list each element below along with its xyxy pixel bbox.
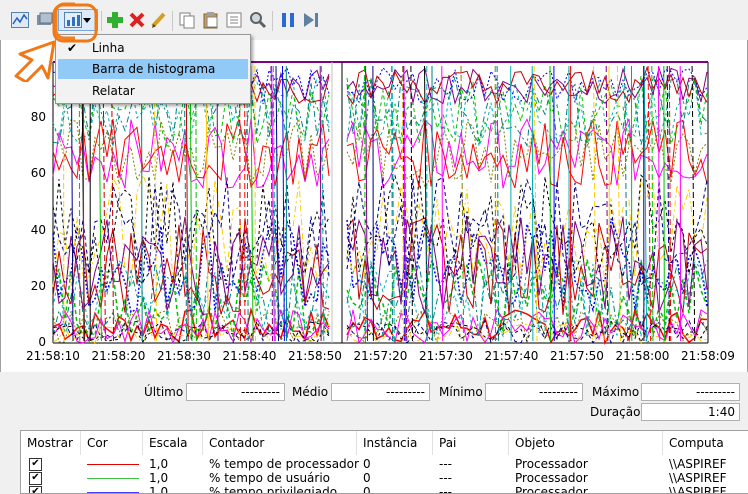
- instance-cell: 0: [363, 485, 371, 494]
- x-tick-label: 21:58:30: [157, 349, 211, 363]
- computer-cell: \\ASPIREF: [669, 485, 727, 494]
- update-data-icon[interactable]: [300, 9, 322, 31]
- series-spike: [550, 66, 551, 341]
- average-label: Médio: [292, 385, 328, 399]
- highlight-icon[interactable]: [148, 9, 170, 31]
- series-spike: [186, 66, 188, 341]
- minimum-value: ---------: [485, 383, 583, 401]
- object-cell: Processador: [515, 457, 588, 471]
- column-header-show[interactable]: Mostrar: [21, 431, 81, 455]
- last-value: ---------: [186, 383, 285, 401]
- series-spike: [667, 66, 669, 341]
- counter-cell: % tempo privilegiado: [209, 485, 337, 494]
- series-spike: [320, 66, 321, 341]
- show-checkbox[interactable]: ✔: [29, 486, 42, 494]
- menu-item-relatar[interactable]: Relatar: [58, 81, 248, 101]
- column-header-scale[interactable]: Escala: [143, 431, 203, 455]
- toolbar-separator: [272, 11, 273, 31]
- duration-value: 1:40: [641, 403, 740, 421]
- show-checkbox[interactable]: ✔: [29, 458, 42, 471]
- series-spike: [190, 66, 192, 341]
- series-spike: [497, 66, 499, 341]
- zoom-icon[interactable]: [247, 9, 269, 31]
- highlight-pointer-icon: [12, 2, 102, 82]
- scale-cell: 1,0: [149, 471, 168, 485]
- x-tick-label: 21:57:40: [485, 349, 539, 363]
- column-header-instance[interactable]: Instância: [357, 431, 433, 455]
- series-spike: [103, 66, 105, 341]
- x-tick-label: 21:58:40: [223, 349, 277, 363]
- color-swatch: [87, 478, 139, 479]
- average-value: ---------: [331, 383, 430, 401]
- y-tick-label: 60: [0, 166, 46, 180]
- x-tick-label: 21:58:20: [92, 349, 146, 363]
- object-cell: Processador: [515, 471, 588, 485]
- parent-cell: ---: [439, 457, 452, 471]
- counter-cell: % tempo de usuário: [209, 471, 330, 485]
- column-header-object[interactable]: Objeto: [509, 431, 663, 455]
- y-tick-label: 20: [0, 279, 46, 293]
- copy-properties-icon[interactable]: [176, 9, 198, 31]
- menu-item-label: Barra de histograma: [92, 59, 215, 79]
- y-tick-label: 40: [0, 223, 46, 237]
- series-spike: [652, 66, 653, 341]
- column-header-color[interactable]: Cor: [81, 431, 143, 455]
- add-counter-icon[interactable]: [104, 9, 126, 31]
- delete-counter-icon[interactable]: [126, 9, 148, 31]
- series-spike: [79, 66, 80, 341]
- y-tick-label: 0: [0, 335, 46, 349]
- y-tick-label: 80: [0, 110, 46, 124]
- x-tick-label: 21:58:50: [288, 349, 342, 363]
- x-tick-label: 21:57:50: [550, 349, 604, 363]
- maximum-label: Máximo: [592, 385, 639, 399]
- scale-cell: 1,0: [149, 457, 168, 471]
- show-checkbox[interactable]: ✔: [29, 472, 42, 485]
- counter-table: Mostrar Cor Escala Contador Instância Pa…: [20, 430, 748, 494]
- computer-cell: \\ASPIREF: [669, 471, 727, 485]
- series-spike: [373, 66, 374, 341]
- series-spike: [251, 66, 253, 341]
- paste-counter-list-icon[interactable]: [200, 9, 222, 31]
- color-swatch: [87, 464, 139, 465]
- series-spike: [606, 66, 608, 341]
- last-label: Último: [144, 385, 183, 399]
- series-spike: [658, 66, 659, 341]
- computer-cell: \\ASPIREF: [669, 457, 727, 471]
- x-tick-label: 21:58:10: [26, 349, 80, 363]
- properties-icon[interactable]: [223, 9, 245, 31]
- x-tick-label: 21:57:30: [419, 349, 473, 363]
- series-spike: [609, 66, 610, 341]
- column-header-parent[interactable]: Pai: [433, 431, 509, 455]
- instance-cell: 0: [363, 471, 371, 485]
- series-spike: [255, 66, 256, 341]
- parent-cell: ---: [439, 471, 452, 485]
- object-cell: Processador: [515, 485, 588, 494]
- minimum-label: Mínimo: [439, 385, 483, 399]
- series-spike: [692, 66, 695, 341]
- duration-label: Duração: [590, 405, 640, 419]
- column-header-counter[interactable]: Contador: [203, 431, 357, 455]
- pause-icon[interactable]: [277, 9, 299, 31]
- series-spike: [365, 66, 366, 341]
- series-spike: [664, 66, 665, 341]
- column-header-computer[interactable]: Computa: [663, 431, 748, 455]
- series-spike: [534, 66, 537, 341]
- maximum-value: ---------: [641, 383, 740, 401]
- series-spike: [366, 66, 368, 341]
- series-spike: [247, 66, 248, 341]
- toolbar-separator: [172, 11, 173, 31]
- series-spike: [142, 66, 143, 341]
- x-tick-label: 21:58:00: [616, 349, 670, 363]
- counter-cell: % tempo de processador: [209, 457, 359, 471]
- series-spike: [532, 66, 533, 341]
- menu-item-label: Relatar: [92, 81, 135, 101]
- x-tick-label: 21:58:09: [681, 349, 735, 363]
- scale-cell: 1,0: [149, 485, 168, 494]
- instance-cell: 0: [363, 457, 371, 471]
- parent-cell: ---: [439, 485, 452, 494]
- x-tick-label: 21:57:20: [354, 349, 408, 363]
- color-swatch: [87, 492, 139, 493]
